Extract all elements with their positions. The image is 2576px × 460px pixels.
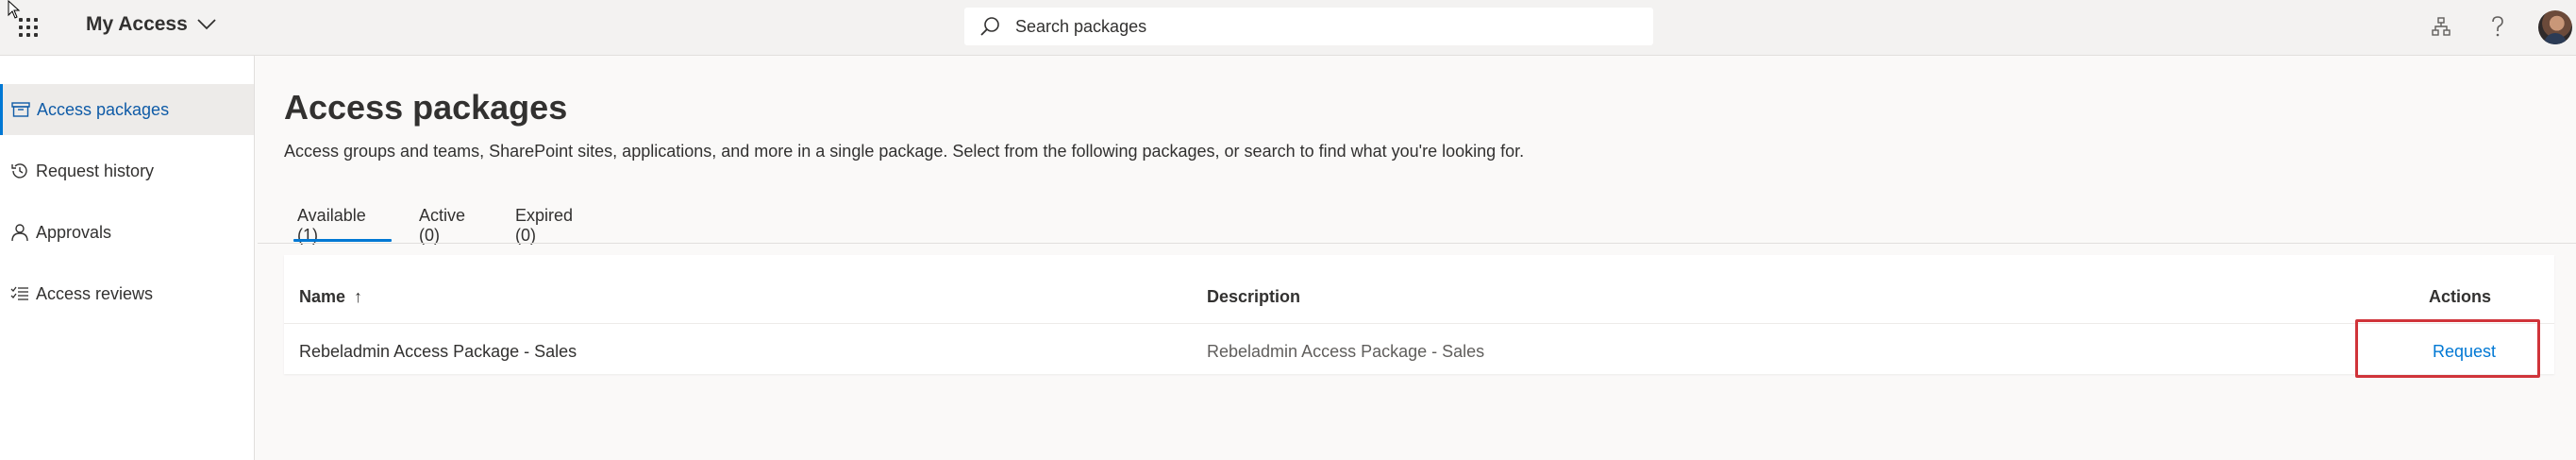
sidebar-item-label: Request history bbox=[36, 161, 155, 180]
active-tab-indicator bbox=[293, 239, 392, 242]
mouse-cursor-icon bbox=[8, 0, 21, 19]
tab-expired[interactable]: Expired (0) bbox=[515, 206, 573, 245]
sidebar-item-label: Access reviews bbox=[36, 283, 154, 303]
app-title: My Access bbox=[86, 13, 188, 35]
search-icon bbox=[980, 17, 999, 36]
column-header-name[interactable]: Name ↑ bbox=[299, 287, 362, 307]
avatar[interactable] bbox=[2538, 10, 2572, 44]
page-title: Access packages bbox=[284, 88, 568, 127]
checklist-icon bbox=[9, 283, 30, 304]
tab-active[interactable]: Active (0) bbox=[419, 206, 465, 245]
history-icon bbox=[9, 161, 30, 181]
search-input[interactable] bbox=[1013, 15, 1602, 38]
package-icon bbox=[10, 99, 31, 120]
packages-table: Name ↑ Description Actions Rebeladmin Ac… bbox=[284, 255, 2554, 374]
tabs-divider bbox=[258, 243, 2576, 244]
help-icon[interactable] bbox=[2484, 13, 2511, 40]
sidebar-item-approvals[interactable]: Approvals bbox=[0, 207, 254, 258]
column-header-description: Description bbox=[1207, 287, 1301, 306]
sort-ascending-icon: ↑ bbox=[354, 287, 363, 306]
page-description: Access groups and teams, SharePoint site… bbox=[284, 142, 1525, 161]
package-description: Rebeladmin Access Package - Sales bbox=[1207, 342, 1485, 361]
sidebar-item-access-reviews[interactable]: Access reviews bbox=[0, 268, 254, 319]
org-chart-icon[interactable] bbox=[2428, 13, 2454, 40]
app-launcher-icon[interactable] bbox=[17, 16, 40, 39]
search-box[interactable] bbox=[964, 8, 1653, 45]
column-header-actions: Actions bbox=[2429, 287, 2492, 306]
sidebar-item-request-history[interactable]: Request history bbox=[0, 145, 254, 196]
top-bar: My Access bbox=[0, 0, 2576, 56]
package-name[interactable]: Rebeladmin Access Package - Sales bbox=[299, 342, 577, 362]
person-icon bbox=[9, 222, 30, 243]
highlight-annotation-box bbox=[2355, 319, 2540, 378]
row-divider bbox=[284, 323, 2554, 324]
chevron-down-icon bbox=[197, 19, 216, 30]
tab-available[interactable]: Available (1) bbox=[297, 206, 366, 245]
sidebar-item-label: Approvals bbox=[36, 222, 112, 242]
app-title-menu[interactable]: My Access bbox=[86, 13, 216, 36]
sidebar-item-access-packages[interactable]: Access packages bbox=[0, 84, 254, 135]
sidebar: Access packages Request history Approval… bbox=[0, 56, 255, 460]
sidebar-item-label: Access packages bbox=[37, 99, 170, 119]
